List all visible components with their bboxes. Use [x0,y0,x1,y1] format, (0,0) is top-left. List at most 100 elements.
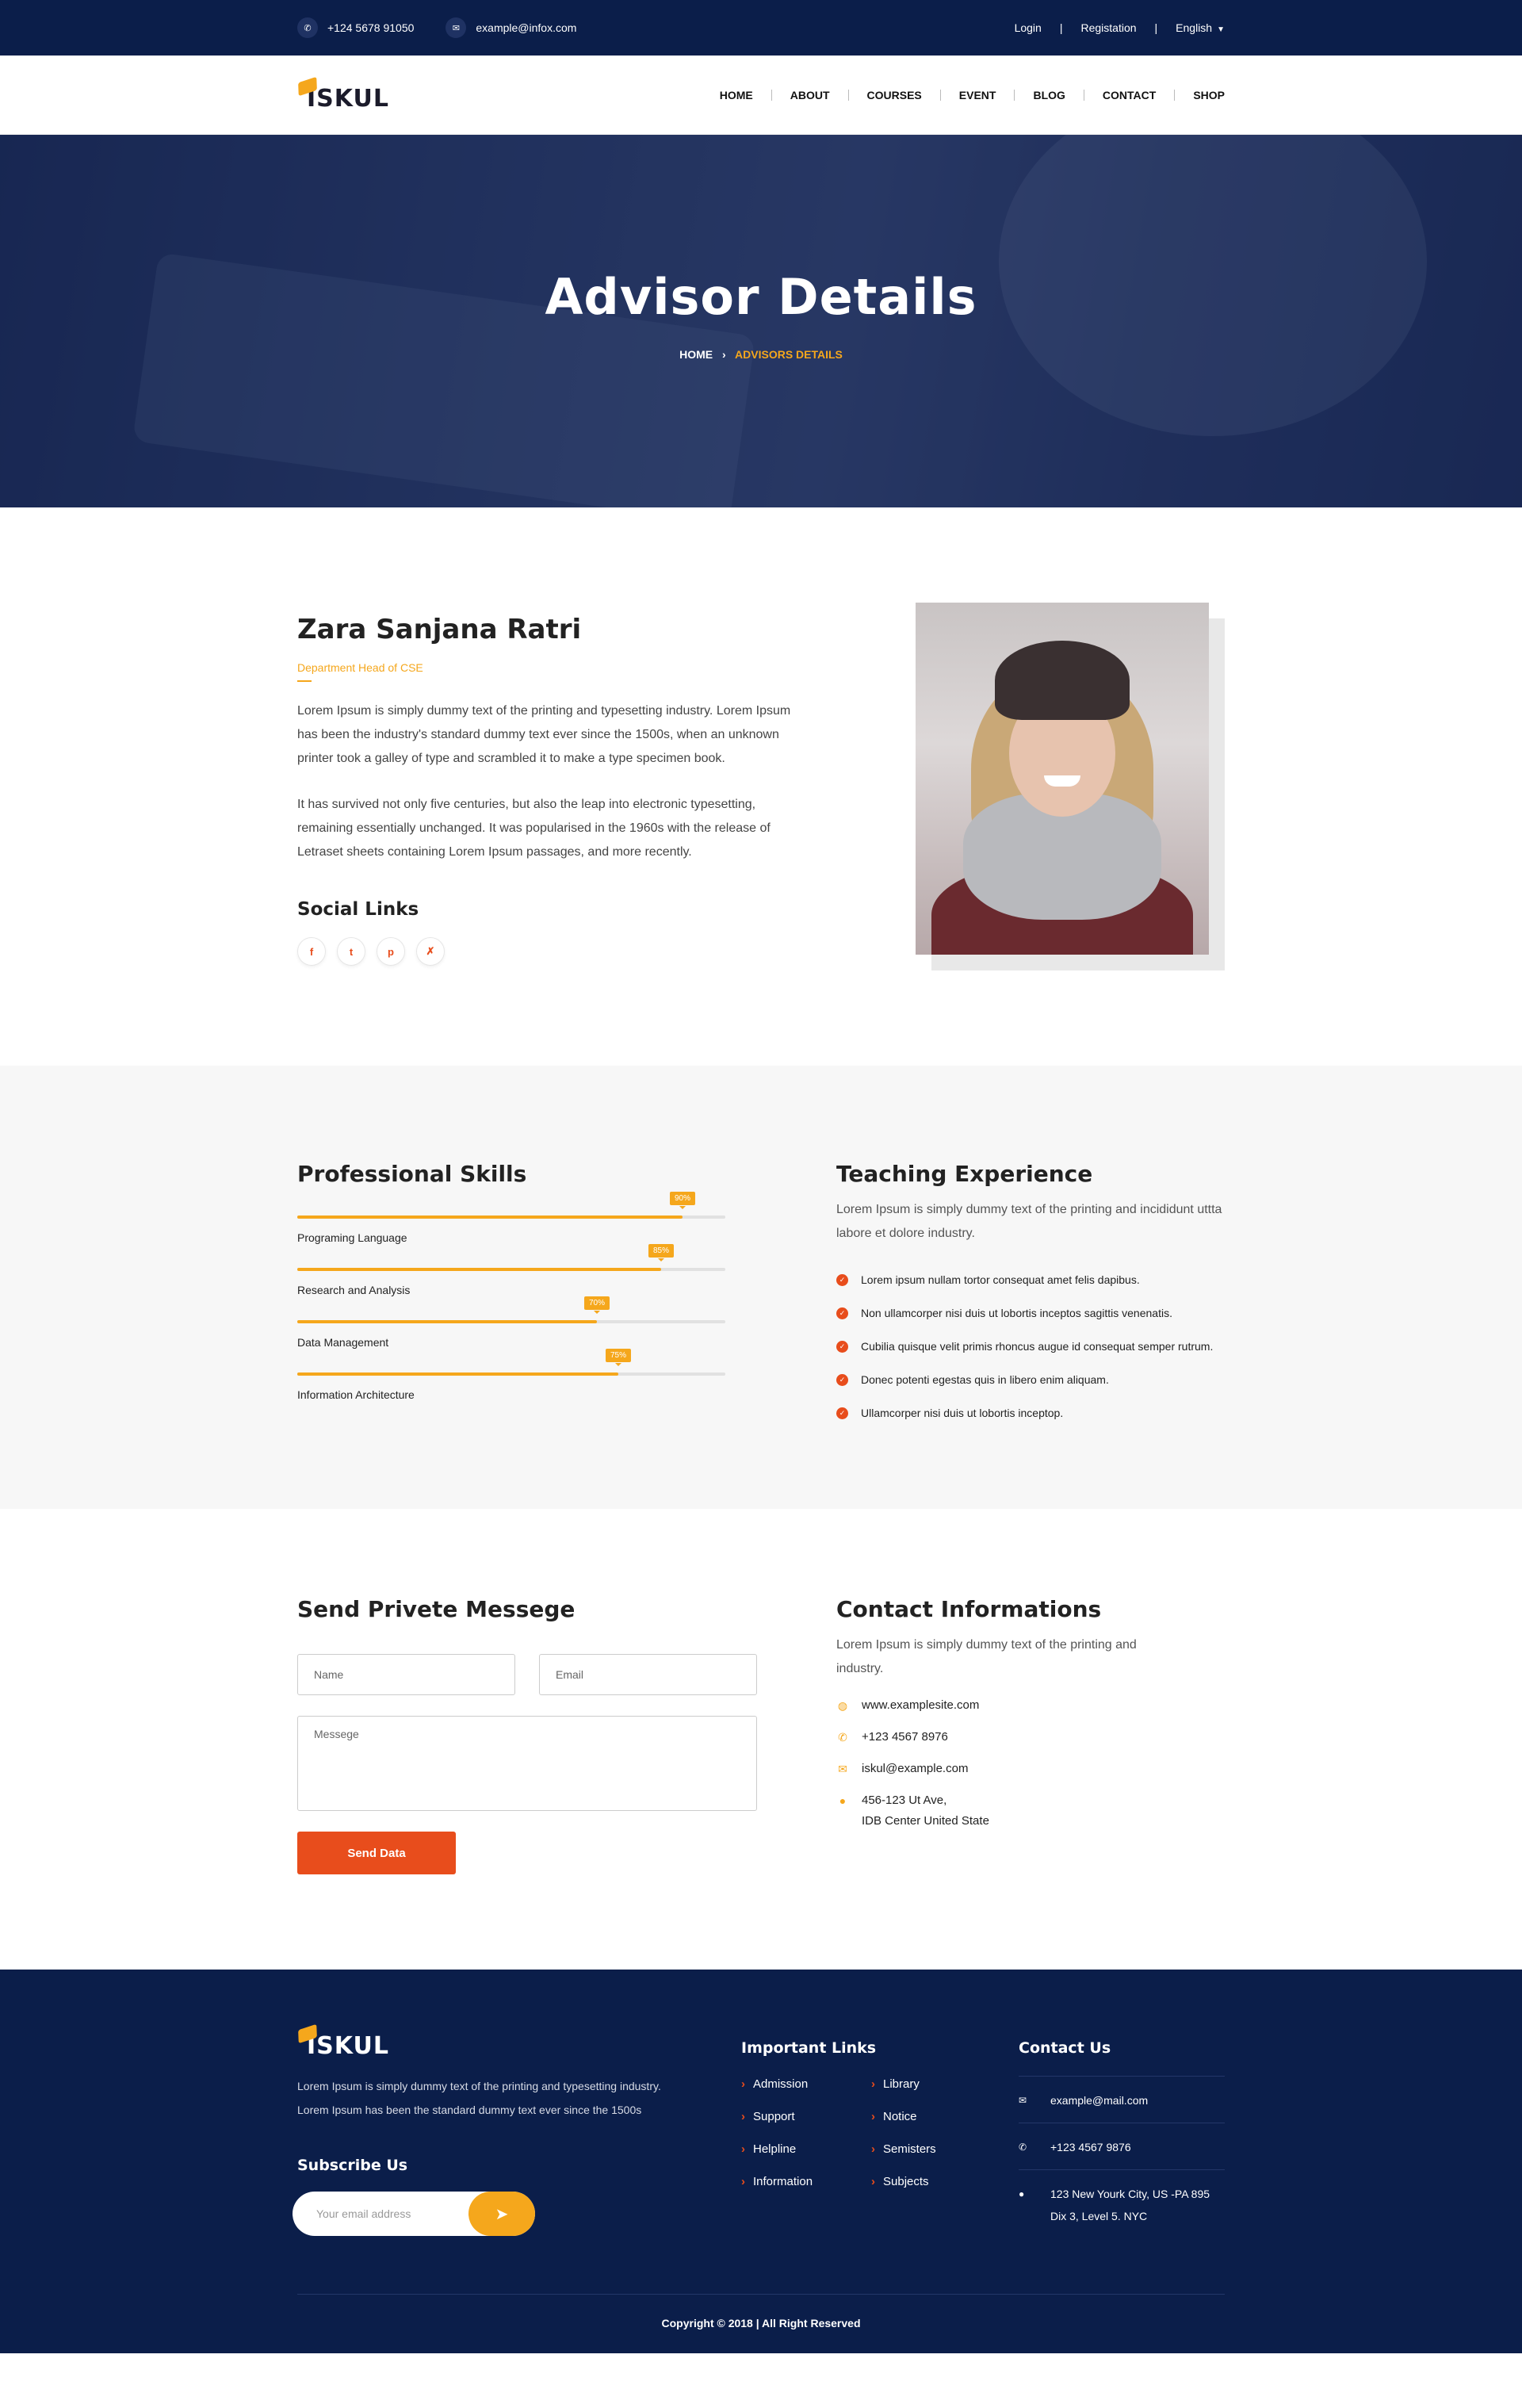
top-bar: ✆ +124 5678 91050 ✉ example@infox.com Lo… [0,0,1522,56]
pinterest-icon[interactable]: p [377,937,405,966]
send-icon[interactable]: ➤ [468,2192,535,2236]
topbar-email[interactable]: ✉ example@infox.com [446,17,576,38]
name-input[interactable]: Name [297,1654,515,1695]
footer-link-notice[interactable]: › Notice [871,2110,1001,2123]
skill-percent-badge: 90% [669,1192,696,1209]
chevron-right-icon: › [741,2077,745,2091]
message-textarea[interactable]: Messege [297,1716,757,1811]
nav-home[interactable]: HOME [702,90,772,101]
email-placeholder: Email [556,1668,584,1681]
subscribe-email-input[interactable]: Your email address [316,2207,411,2220]
contact-section: Send Privete Messege Name Email Messege … [0,1509,1522,1970]
footer-contact-email[interactable]: ✉ example@mail.com [1019,2076,1225,2123]
list-item-text: Lorem ipsum nullam tortor consequat amet… [861,1273,1140,1286]
footer-link-admission[interactable]: › Admission [741,2077,871,2091]
main-nav: HOME ABOUT COURSES EVENT BLOG CONTACT SH… [702,90,1225,101]
subscribe-heading: Subscribe Us [297,2157,408,2174]
check-circle-icon: ✓ [836,1273,848,1286]
footer-link-support[interactable]: › Support [741,2110,871,2123]
breadcrumb: HOME › ADVISORS DETAILS [0,348,1522,361]
footer-address-line-1: 123 New Yourk City, US -PA 895 [1050,2188,1210,2200]
message-heading: Send Privete Messege [297,1596,576,1622]
chevron-right-icon: › [741,2142,745,2156]
footer-logo[interactable]: ISKUL [297,2023,741,2060]
xing-icon[interactable]: ✗ [416,937,445,966]
skill-percent-badge: 85% [648,1244,675,1261]
footer-contact-phone[interactable]: ✆ +123 4567 9876 [1019,2123,1225,2169]
nav-blog[interactable]: BLOG [1015,90,1084,101]
topbar-phone[interactable]: ✆ +124 5678 91050 [297,17,414,38]
globe-icon: ◍ [837,1699,848,1712]
teaching-heading: Teaching Experience [836,1161,1093,1187]
advisor-photo [916,603,1209,955]
skills-section: Professional Skills 90% Programing Langua… [0,1066,1522,1509]
nav-shop[interactable]: SHOP [1175,90,1225,101]
list-item-text: Donec potenti egestas quis in libero eni… [861,1373,1109,1386]
chevron-right-icon: › [871,2077,875,2091]
link-label: Semisters [883,2142,936,2156]
phone-icon: ✆ [838,1731,847,1744]
skill-label: Programing Language [297,1231,407,1244]
chevron-right-icon: › [871,2175,875,2188]
list-item-text: Non ullamcorper nisi duis ut lobortis in… [861,1307,1172,1319]
footer-about-text: Lorem Ipsum is simply dummy text of the … [297,2080,661,2116]
nav-contact[interactable]: CONTACT [1084,90,1176,101]
footer-contact-list: ✉ example@mail.com ✆ +123 4567 9876 ● 123 N… [1019,2076,1225,2238]
skill-percent-badge: 70% [583,1296,610,1314]
contact-phone[interactable]: ✆ +123 4567 8976 [836,1727,1256,1748]
advisor-section: Zara Sanjana Ratri Department Head of CS… [0,507,1522,1066]
facebook-icon[interactable]: f [297,937,326,966]
check-circle-icon: ✓ [836,1373,848,1386]
chevron-right-icon: › [871,2142,875,2156]
advisor-bio-2: It has survived not only five centuries,… [297,798,771,859]
important-links-heading: Important Links [741,2039,877,2057]
link-label: Support [753,2110,795,2123]
phone-icon: ✆ [297,17,318,38]
site-footer: ISKUL Lorem Ipsum is simply dummy text o… [0,1970,1522,2353]
list-item: ✓ Ullamcorper nisi duis ut lobortis incep… [836,1396,1256,1430]
registration-link[interactable]: Registation [1062,21,1154,34]
contact-website[interactable]: ◍ www.examplesite.com [836,1695,1256,1716]
nav-event[interactable]: EVENT [941,90,1015,101]
topbar-email-text: example@infox.com [476,21,577,34]
skill-percent-badge: 75% [605,1349,632,1366]
skill-item: 70% Data Management [297,1296,725,1349]
breadcrumb-home[interactable]: HOME [679,348,713,361]
skill-progress-fill [297,1372,618,1376]
location-pin-icon: ● [1019,2188,1025,2199]
mail-icon: ✉ [838,1763,847,1775]
page-title: Advisor Details [545,268,977,326]
contact-address: ● 456-123 Ut Ave, IDB Center United State [836,1790,1256,1832]
contact-email[interactable]: ✉ iskul@example.com [836,1759,1256,1779]
footer-link-semisters[interactable]: › Semisters [871,2142,1001,2156]
footer-contact-heading: Contact Us [1019,2039,1111,2057]
address-line-1: 456-123 Ut Ave, [862,1794,947,1807]
footer-link-library[interactable]: › Library [871,2077,1001,2091]
language-dropdown[interactable]: English ▼ [1157,21,1225,34]
list-item: ✓ Cubilia quisque velit primis rhoncus au… [836,1330,1256,1363]
page-banner: Advisor Details HOME › ADVISORS DETAILS [0,135,1522,507]
skill-label: Information Architecture [297,1388,415,1401]
skill-label: Research and Analysis [297,1284,411,1296]
chevron-right-icon: › [871,2110,875,2123]
skill-progress-track: 70% [297,1296,725,1323]
mail-icon: ✉ [1019,2095,1027,2106]
phone-icon: ✆ [1019,2142,1027,2153]
site-logo[interactable]: ISKUL [297,76,389,113]
social-links-heading: Social Links [297,899,419,920]
nav-courses[interactable]: COURSES [849,90,941,101]
subscribe-form: Your email address ➤ [293,2192,535,2236]
skill-progress-track: 85% [297,1244,725,1271]
list-item-text: Cubilia quisque velit primis rhoncus aug… [861,1340,1214,1353]
email-input[interactable]: Email [539,1654,757,1695]
nav-about[interactable]: ABOUT [772,90,849,101]
login-link[interactable]: Login [996,21,1060,34]
send-data-button[interactable]: Send Data [297,1832,456,1874]
footer-link-helpline[interactable]: › Helpline [741,2142,871,2156]
advisor-name: Zara Sanjana Ratri [297,614,582,645]
footer-link-subjects[interactable]: › Subjects [871,2175,1001,2188]
footer-link-information[interactable]: › Information [741,2175,871,2188]
twitter-icon[interactable]: t [337,937,365,966]
check-circle-icon: ✓ [836,1340,848,1353]
photo-smile [1044,775,1080,787]
